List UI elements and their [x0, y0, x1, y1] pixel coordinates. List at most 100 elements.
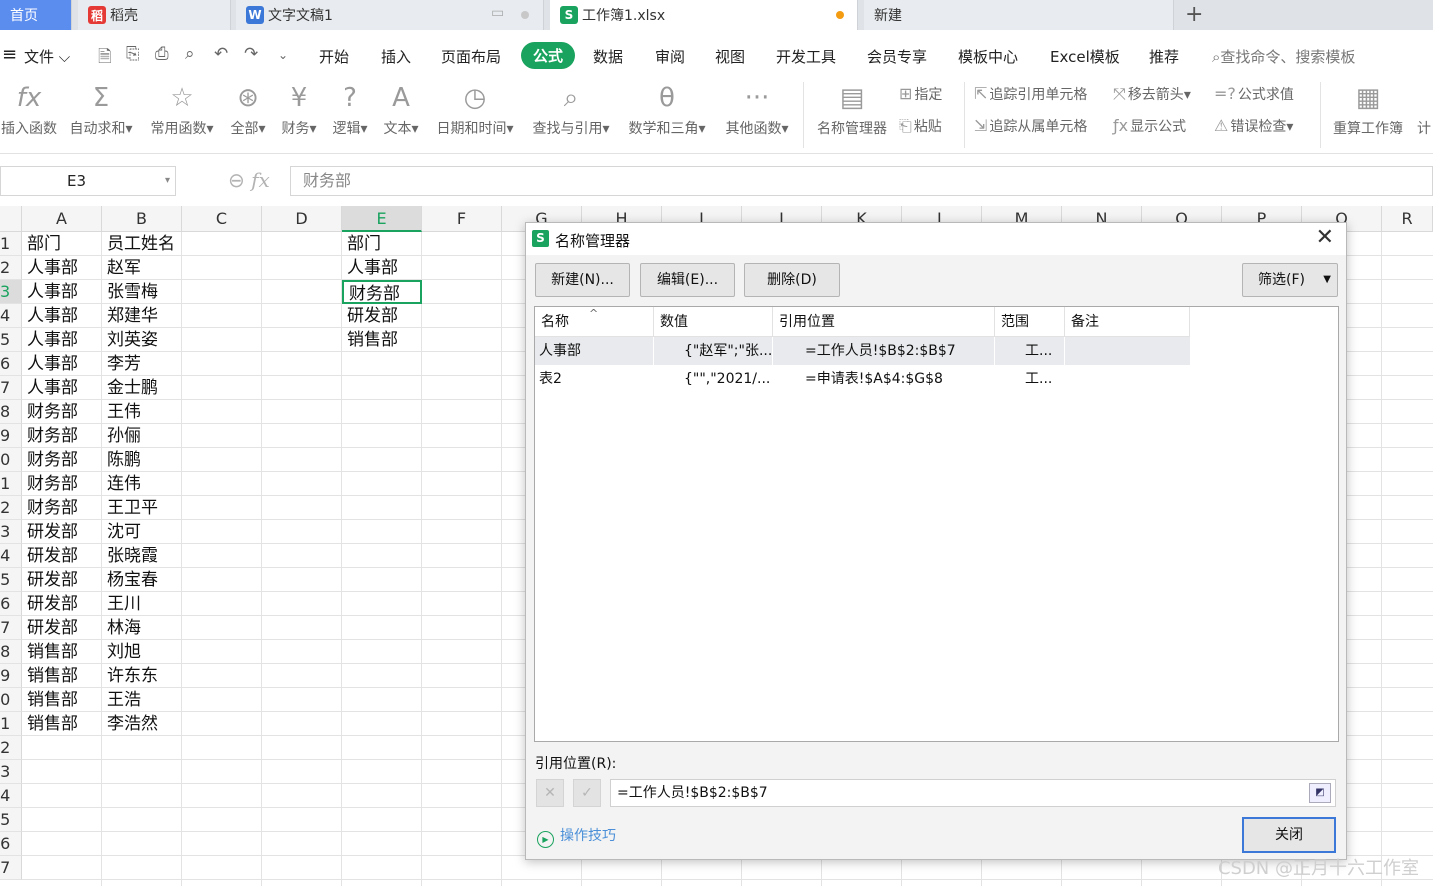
new-name-button[interactable]: 新建(N)... — [535, 263, 630, 297]
cell-department[interactable]: 人事部 — [22, 352, 102, 376]
row-header-10[interactable]: 10 — [0, 448, 22, 472]
header-value[interactable]: 数值 — [654, 307, 773, 337]
cell-department[interactable]: 销售部 — [22, 688, 102, 712]
chevron-down-icon[interactable]: ▾ — [165, 167, 170, 195]
row-header-18[interactable]: 18 — [0, 640, 22, 664]
tips-link[interactable]: ▶ 操作技巧 — [537, 825, 616, 848]
row-header-20[interactable]: 20 — [0, 688, 22, 712]
menu-formula[interactable]: 公式 — [521, 42, 576, 69]
show-formula-button[interactable]: ƒx 显示公式 — [1113, 116, 1186, 136]
cell-employee-name[interactable]: 许东东 — [102, 664, 182, 688]
recalc-workbook-button[interactable]: ▦ 重算工作簿 — [1328, 78, 1408, 138]
cell-employee-name[interactable]: 王伟 — [102, 400, 182, 424]
cancel-edit-button[interactable]: ✕ — [536, 779, 564, 807]
cell-employee-name[interactable]: 李浩然 — [102, 712, 182, 736]
hamburger-icon[interactable]: ≡ — [2, 44, 17, 65]
cell-department[interactable]: 研发部 — [22, 520, 102, 544]
edit-name-button[interactable]: 编辑(E)... — [640, 263, 735, 297]
cell-employee-name[interactable]: 连伟 — [102, 472, 182, 496]
cell-department-list[interactable]: 人事部 — [342, 256, 422, 280]
logic-button[interactable]: ? 逻辑▾ — [328, 78, 372, 138]
insert-function-button[interactable]: fx 插入函数 — [0, 78, 58, 138]
math-button[interactable]: θ 数学和三角▾ — [623, 78, 711, 138]
column-header-E[interactable]: E — [342, 206, 422, 232]
row-header-13[interactable]: 13 — [0, 520, 22, 544]
row-header-26[interactable]: 26 — [0, 832, 22, 856]
row-header-4[interactable]: 4 — [0, 304, 22, 328]
cell-department[interactable]: 研发部 — [22, 616, 102, 640]
tab-home[interactable]: 首页 — [0, 0, 72, 30]
cell-employee-name[interactable]: 员工姓名 — [102, 232, 182, 256]
cell-employee-name[interactable]: 赵军 — [102, 256, 182, 280]
active-cell[interactable]: 财务部 — [342, 280, 422, 304]
cell-department[interactable]: 研发部 — [22, 544, 102, 568]
cell-department[interactable]: 销售部 — [22, 640, 102, 664]
cell-department[interactable]: 财务部 — [22, 448, 102, 472]
close-icon[interactable]: ✕ — [1316, 225, 1334, 250]
menu-recommend[interactable]: 推荐 — [1149, 46, 1179, 67]
other-functions-button[interactable]: ··· 其他函数▾ — [720, 78, 794, 138]
evaluate-formula-button[interactable]: =? 公式求值 — [1214, 84, 1294, 104]
save-icon[interactable]: 🗎 — [98, 44, 112, 73]
row-header-15[interactable]: 15 — [0, 568, 22, 592]
finance-button[interactable]: ¥ 财务▾ — [277, 78, 321, 138]
row-header-24[interactable]: 24 — [0, 784, 22, 808]
tab-daoke[interactable]: 稻 稻壳 — [78, 0, 231, 30]
row-header-8[interactable]: 8 — [0, 400, 22, 424]
zoom-formula-icon[interactable]: ⊖ — [228, 168, 245, 192]
cell-employee-name[interactable]: 孙俪 — [102, 424, 182, 448]
formula-input[interactable]: 财务部 — [290, 166, 1433, 196]
menu-template-center[interactable]: 模板中心 — [958, 46, 1018, 67]
menu-data[interactable]: 数据 — [593, 46, 623, 67]
range-picker-icon[interactable]: ◩ — [1309, 783, 1331, 803]
cell-employee-name[interactable]: 刘英姿 — [102, 328, 182, 352]
menu-developer[interactable]: 开发工具 — [776, 46, 836, 67]
cell-department[interactable]: 研发部 — [22, 592, 102, 616]
print-icon[interactable]: ⎙ — [155, 44, 169, 64]
table-row[interactable]: 表2 {"","2021/... =申请表!$A$4:$G$8 工... — [535, 365, 1190, 393]
cell-employee-name[interactable]: 王卫平 — [102, 496, 182, 520]
header-refers-to[interactable]: 引用位置 — [773, 307, 995, 337]
trace-dependents-button[interactable]: ⇲ 追踪从属单元格 — [974, 116, 1087, 136]
table-row[interactable]: 人事部 {"赵军";"张... =工作人员!$B$2:$B$7 工... — [535, 337, 1190, 365]
row-header-5[interactable]: 5 — [0, 328, 22, 352]
cell-department-list[interactable]: 研发部 — [342, 304, 422, 328]
cell-employee-name[interactable]: 张晓霞 — [102, 544, 182, 568]
row-header-23[interactable]: 23 — [0, 760, 22, 784]
cell-employee-name[interactable]: 李芳 — [102, 352, 182, 376]
all-functions-button[interactable]: ⊛ 全部▾ — [226, 78, 270, 138]
select-all-corner[interactable] — [0, 206, 22, 232]
column-header-C[interactable]: C — [182, 206, 262, 232]
cell-employee-name[interactable]: 张雪梅 — [102, 280, 182, 304]
cell-department[interactable]: 财务部 — [22, 472, 102, 496]
menu-excel-template[interactable]: Excel模板 — [1050, 46, 1120, 67]
row-header-27[interactable]: 27 — [0, 856, 22, 880]
refers-to-input[interactable]: =工作人员!$B$2:$B$7 ◩ — [610, 779, 1336, 807]
common-functions-button[interactable]: ☆ 常用函数▾ — [146, 78, 218, 138]
cell-department[interactable]: 销售部 — [22, 664, 102, 688]
filter-button[interactable]: 筛选(F) ▼ — [1242, 263, 1338, 297]
cell-employee-name[interactable]: 林海 — [102, 616, 182, 640]
undo-icon[interactable]: ↶ — [214, 44, 228, 64]
cell-employee-name[interactable]: 沈可 — [102, 520, 182, 544]
name-manager-button[interactable]: ▤ 名称管理器 — [812, 78, 892, 138]
cell-employee-name[interactable]: 王川 — [102, 592, 182, 616]
menu-view[interactable]: 视图 — [715, 46, 745, 67]
export-icon[interactable]: ⎘ — [126, 44, 140, 64]
header-scope[interactable]: 范围 — [995, 307, 1065, 337]
menu-member[interactable]: 会员专享 — [867, 46, 927, 67]
cell-employee-name[interactable]: 杨宝春 — [102, 568, 182, 592]
tab-workbook[interactable]: S 工作簿1.xlsx — [550, 0, 858, 30]
row-header-22[interactable]: 22 — [0, 736, 22, 760]
add-tab-icon[interactable]: + — [1185, 2, 1203, 27]
close-button[interactable]: 关闭 — [1242, 817, 1336, 853]
column-header-R[interactable]: R — [1382, 206, 1433, 232]
row-header-16[interactable]: 16 — [0, 592, 22, 616]
fx-formula-icon[interactable]: fx — [251, 168, 270, 192]
row-header-9[interactable]: 9 — [0, 424, 22, 448]
cell-department[interactable]: 财务部 — [22, 424, 102, 448]
menu-start[interactable]: 开始 — [319, 46, 349, 67]
cell-department[interactable]: 财务部 — [22, 400, 102, 424]
cell-employee-name[interactable]: 刘旭 — [102, 640, 182, 664]
cell-department[interactable]: 人事部 — [22, 280, 102, 304]
